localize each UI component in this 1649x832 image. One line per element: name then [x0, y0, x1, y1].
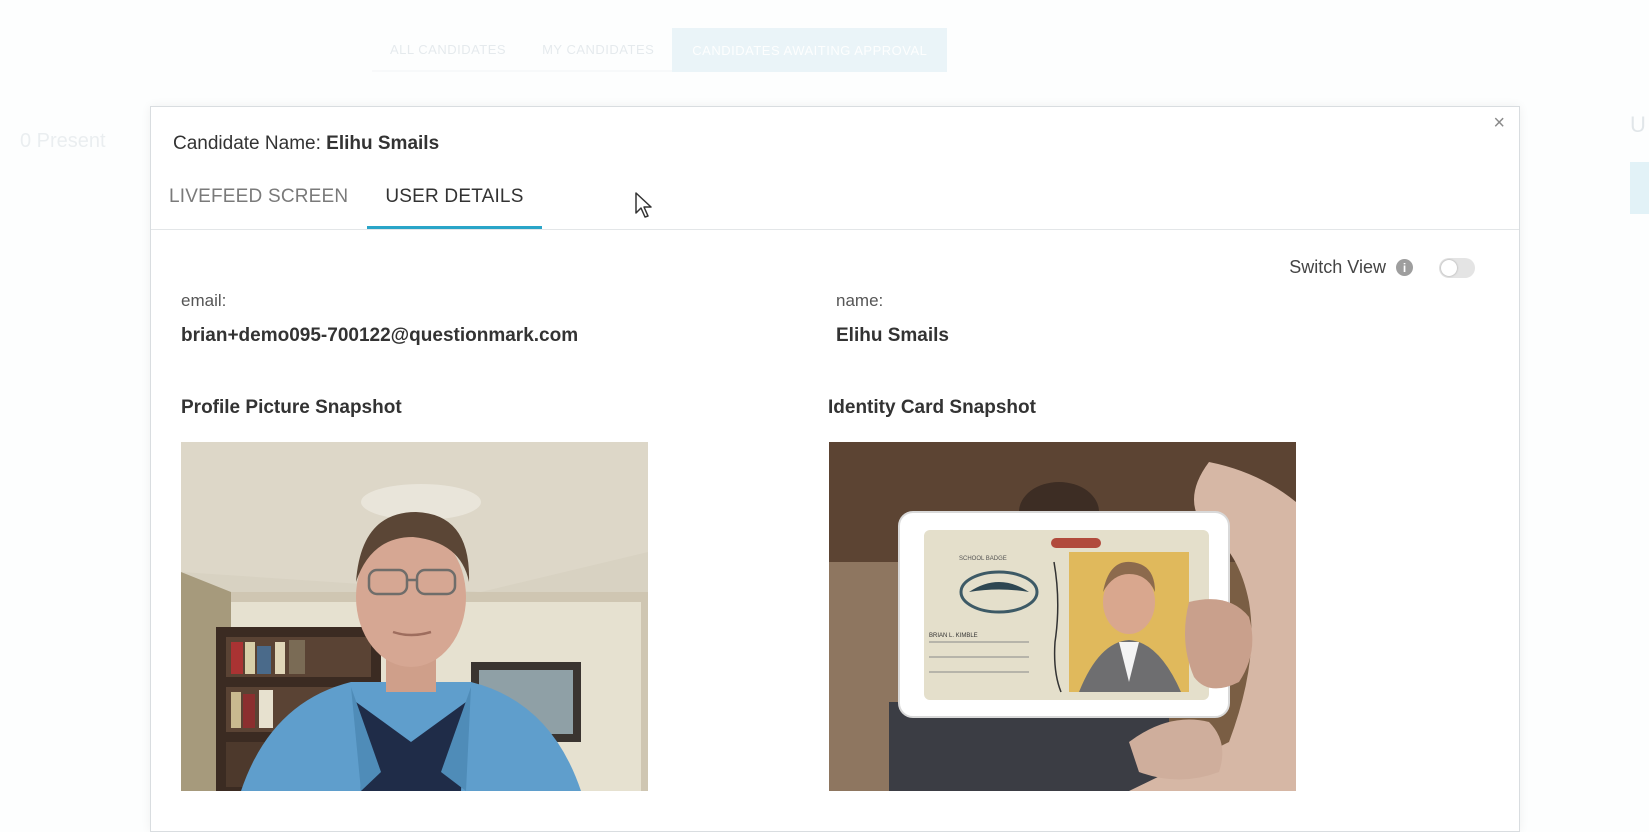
- profile-picture-image: [181, 442, 648, 791]
- candidate-name-label: Candidate Name:: [173, 133, 321, 154]
- toggle-knob: [1441, 259, 1457, 276]
- candidate-name-heading: Candidate Name: Elihu Smails: [173, 133, 439, 155]
- tab-user-details[interactable]: USER DETAILS: [367, 179, 542, 229]
- bg-tab-all-candidates: ALL CANDIDATES: [372, 28, 525, 72]
- switch-view-control: Switch View i: [1289, 257, 1475, 278]
- switch-view-label: Switch View: [1289, 257, 1386, 277]
- candidate-details-modal: × Candidate Name: Elihu Smails LIVEFEED …: [150, 106, 1520, 832]
- background-tab-bar: ALL CANDIDATES MY CANDIDATES CANDIDATES …: [372, 28, 948, 72]
- email-label: email:: [181, 291, 227, 310]
- close-icon[interactable]: ×: [1493, 113, 1505, 133]
- bg-right-button: [1630, 162, 1649, 214]
- info-icon[interactable]: i: [1396, 259, 1413, 276]
- bg-tab-awaiting-approval: CANDIDATES AWAITING APPROVAL: [672, 28, 948, 72]
- email-value: brian+demo095-700122@questionmark.com: [181, 325, 579, 346]
- card-header-text: SCHOOL BADGE: [959, 556, 1007, 562]
- name-field: name: Elihu Smails: [836, 291, 949, 347]
- name-label: name:: [836, 291, 884, 310]
- mouse-cursor-icon: [635, 192, 652, 218]
- bg-present-count: 0 Present: [20, 130, 106, 152]
- modal-tab-bar: LIVEFEED SCREEN USER DETAILS: [167, 179, 542, 229]
- bg-right-label: U: [1630, 112, 1646, 137]
- tab-livefeed-screen[interactable]: LIVEFEED SCREEN: [167, 179, 367, 229]
- identity-snapshot-title: Identity Card Snapshot: [828, 397, 1036, 418]
- profile-snapshot-title: Profile Picture Snapshot: [181, 397, 402, 418]
- identity-card-image: SCHOOL BADGE BRIAN L. KIMBLE: [829, 442, 1296, 791]
- name-value: Elihu Smails: [836, 325, 949, 346]
- tab-divider: [151, 229, 1519, 230]
- card-name-text: BRIAN L. KIMBLE: [929, 633, 978, 639]
- bg-tab-my-candidates: MY CANDIDATES: [524, 28, 673, 72]
- email-field: email: brian+demo095-700122@questionmark…: [181, 291, 578, 347]
- candidate-name-value: Elihu Smails: [326, 133, 440, 154]
- switch-view-toggle[interactable]: [1439, 257, 1475, 278]
